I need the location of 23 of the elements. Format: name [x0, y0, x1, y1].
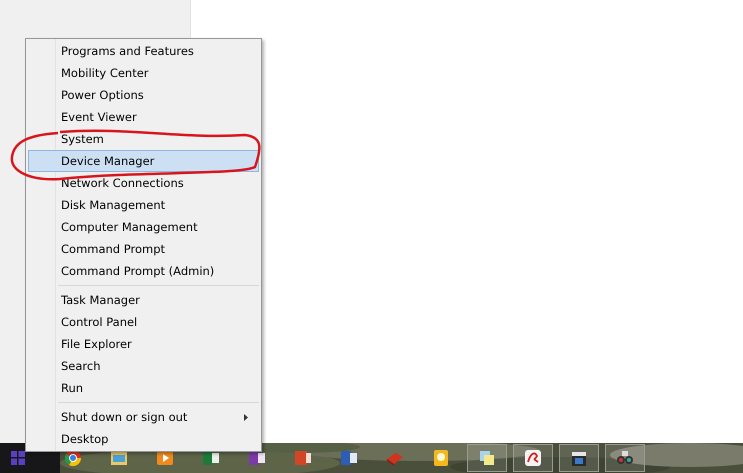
menu-item[interactable]: Power Options: [28, 84, 259, 106]
menu-item[interactable]: Search: [28, 355, 259, 377]
menu-item[interactable]: Desktop: [28, 428, 259, 450]
notes-icon[interactable]: [467, 444, 507, 472]
glasses-icon[interactable]: [605, 444, 645, 472]
menu-item[interactable]: Task Manager: [28, 289, 259, 311]
menu-item[interactable]: Shut down or sign out: [28, 406, 259, 428]
scribble-icon[interactable]: [513, 444, 553, 472]
menu-item[interactable]: Computer Management: [28, 216, 259, 238]
menu-item[interactable]: Network Connections: [28, 172, 259, 194]
menu-item[interactable]: Event Viewer: [28, 106, 259, 128]
menu-item[interactable]: Command Prompt: [28, 238, 259, 260]
start-icon[interactable]: [11, 451, 25, 465]
menu-item[interactable]: Command Prompt (Admin): [28, 260, 259, 282]
menu-item[interactable]: Device Manager: [28, 150, 259, 172]
menu-item[interactable]: System: [28, 128, 259, 150]
menu-item[interactable]: Control Panel: [28, 311, 259, 333]
clapperboard-icon[interactable]: [559, 444, 599, 472]
menu-item[interactable]: Programs and Features: [28, 40, 259, 62]
menu-item[interactable]: Mobility Center: [28, 62, 259, 84]
menu-item[interactable]: File Explorer: [28, 333, 259, 355]
menu-item[interactable]: Run: [28, 377, 259, 399]
menu-item[interactable]: Disk Management: [28, 194, 259, 216]
